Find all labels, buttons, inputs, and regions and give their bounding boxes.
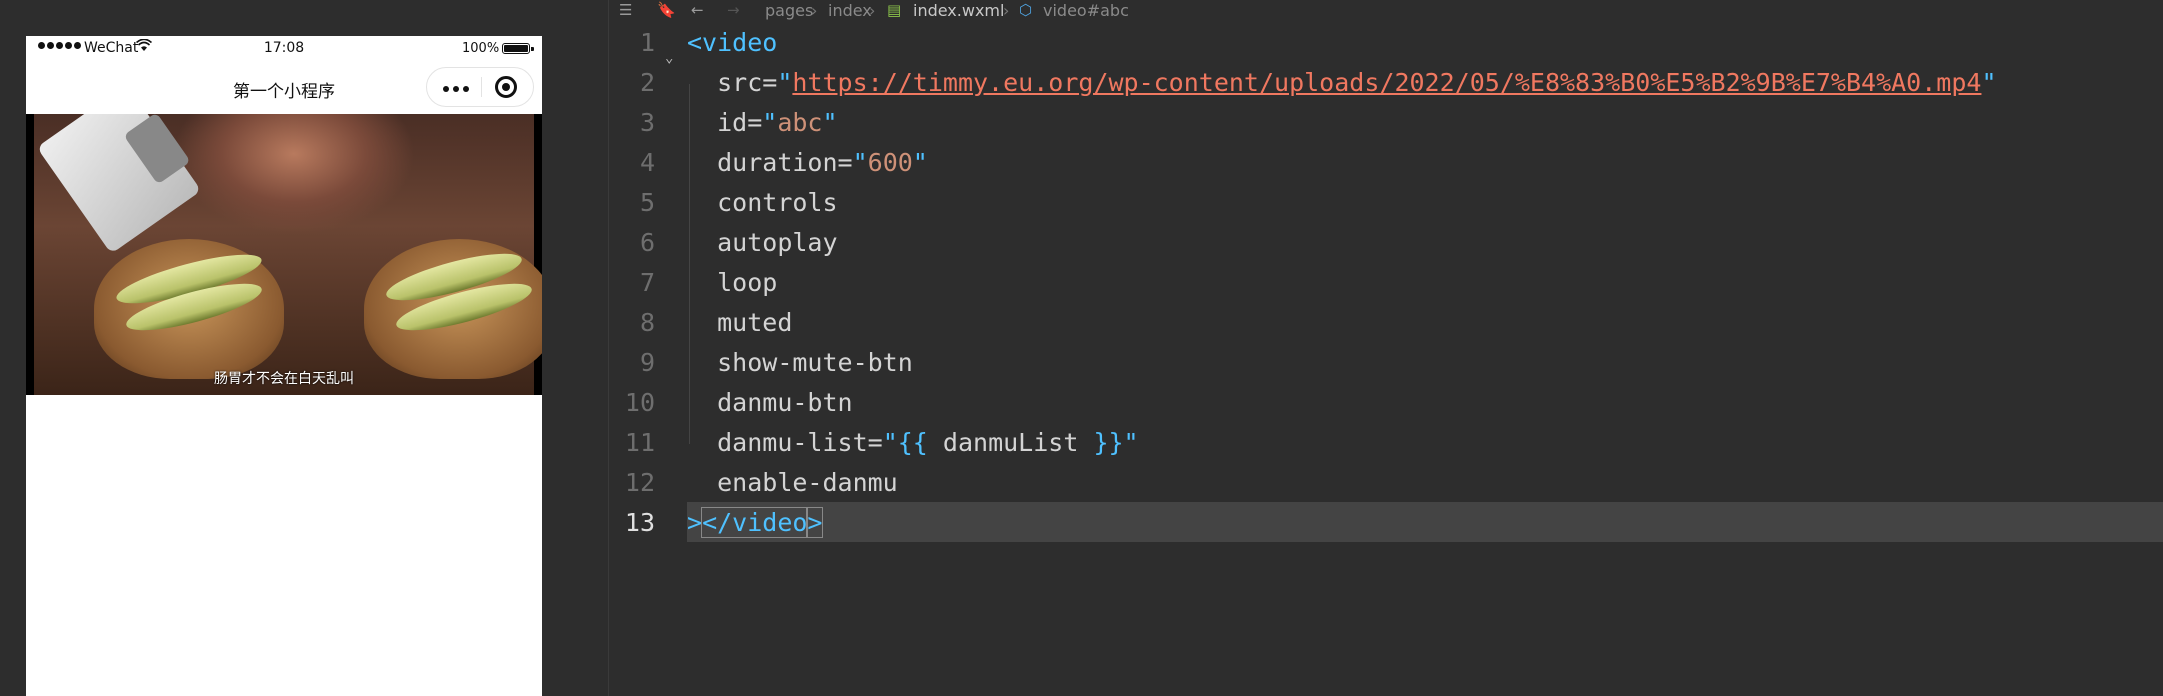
chevron-right-icon: › [1003, 1, 1010, 20]
line-number: 8 [639, 308, 655, 337]
attr-name: autoplay [717, 228, 838, 257]
code-line: 11 danmu-list="{{ danmuList }}" [609, 422, 2163, 462]
code-line: 8 muted [609, 302, 2163, 342]
line-number: 3 [639, 108, 655, 137]
capsule-divider [481, 77, 482, 97]
battery-icon [502, 43, 534, 54]
code-line: 4 duration="600" [609, 142, 2163, 182]
bookmark-icon[interactable]: 🔖 [657, 1, 676, 19]
element-cube-icon: ⬡ [1019, 1, 1033, 19]
line-number: 4 [639, 148, 655, 177]
navigation-bar: 第一个小程序 [26, 62, 542, 114]
pepper-shaker [36, 114, 202, 254]
code-text: src="https://timmy.eu.org/wp-content/upl… [717, 68, 1997, 97]
attr-name: id= [717, 108, 763, 137]
code-text: muted [687, 308, 792, 337]
code-text: controls [687, 188, 838, 217]
code-editor: ☰ 🔖 ← → pages › index › ▤ index.wxml › ⬡… [608, 0, 2163, 696]
attr-name: src= [717, 68, 778, 97]
video-frame [34, 114, 542, 395]
tag-close: </video [701, 507, 809, 538]
close-miniprogram-icon[interactable] [495, 76, 517, 98]
attr-value: abc [777, 108, 823, 137]
status-bar: WeChat 17:08 100% [26, 36, 542, 62]
line-number: 10 [624, 388, 655, 417]
tag-gt: > [687, 508, 703, 537]
code-text: <video [687, 28, 777, 57]
mustache-expression: danmuList [927, 428, 1094, 457]
video-player[interactable]: 肠胃才不会在白天乱叫 [26, 114, 542, 395]
line-number: 5 [639, 188, 655, 217]
code-text: autoplay [687, 228, 838, 257]
code-line: 2 src="https://timmy.eu.org/wp-content/u… [609, 62, 2163, 102]
code-line: 7 loop [609, 262, 2163, 302]
attr-name: enable-danmu [717, 468, 898, 497]
line-number: 7 [639, 268, 655, 297]
tag-open: <video [687, 28, 778, 57]
line-number: 2 [639, 68, 655, 97]
attr-name: danmu-btn [717, 388, 853, 417]
code-line: 3 id="abc" [609, 102, 2163, 142]
tag-close-end: > [806, 507, 824, 538]
code-text: duration="600" [717, 148, 928, 177]
attr-name: show-mute-btn [717, 348, 913, 377]
line-number: 9 [639, 348, 655, 377]
attr-name: danmu-list= [717, 428, 883, 457]
code-text: enable-danmu [687, 468, 898, 497]
line-number: 6 [639, 228, 655, 257]
breadcrumb-pages[interactable]: pages [765, 1, 813, 20]
attr-name: duration= [717, 148, 853, 177]
code-line: 12 enable-danmu [609, 462, 2163, 502]
code-line: 1 <video [609, 22, 2163, 62]
chevron-right-icon: › [869, 1, 876, 20]
line-number: 13 [624, 508, 655, 537]
capsule-menu [426, 67, 534, 107]
breadcrumb-index[interactable]: index [828, 1, 872, 20]
list-icon[interactable]: ☰ [619, 1, 632, 19]
src-url[interactable]: https://timmy.eu.org/wp-content/uploads/… [792, 68, 1981, 97]
code-text: danmu-list="{{ danmuList }}" [717, 428, 1139, 457]
code-text: danmu-btn [687, 388, 853, 417]
simulator-screen: WeChat 17:08 100% 第一个小程序 肠胃才不会在白天乱叫 [26, 36, 542, 696]
breadcrumb: ☰ 🔖 ← → pages › index › ▤ index.wxml › ⬡… [609, 0, 2163, 22]
battery-percent: 100% [462, 41, 500, 56]
line-number: 1 [639, 28, 655, 57]
code-line: 6 autoplay [609, 222, 2163, 262]
chevron-right-icon: › [811, 1, 818, 20]
line-number: 11 [624, 428, 655, 457]
code-text: show-mute-btn [687, 348, 913, 377]
code-line: 9 show-mute-btn [609, 342, 2163, 382]
attr-name: loop [717, 268, 778, 297]
code-text: id="abc" [717, 108, 838, 137]
code-text: loop [687, 268, 777, 297]
code-line: 5 controls [609, 182, 2163, 222]
wxml-file-icon: ▤ [887, 1, 902, 19]
attr-name: controls [717, 188, 838, 217]
breadcrumb-file[interactable]: index.wxml [913, 1, 1004, 20]
more-icon[interactable] [443, 86, 469, 92]
back-arrow-icon[interactable]: ← [691, 1, 704, 19]
breadcrumb-element[interactable]: video#abc [1043, 1, 1129, 20]
code-text: ></video> [687, 507, 824, 538]
code-line: 10 danmu-btn [609, 382, 2163, 422]
danmu-subtitle: 肠胃才不会在白天乱叫 [214, 371, 354, 387]
attr-value: 600 [867, 148, 913, 177]
forward-arrow-icon[interactable]: → [727, 1, 740, 19]
attr-name: muted [717, 308, 793, 337]
code-line-active: 13 ></video> [625, 502, 2163, 542]
line-number: 12 [624, 468, 655, 497]
